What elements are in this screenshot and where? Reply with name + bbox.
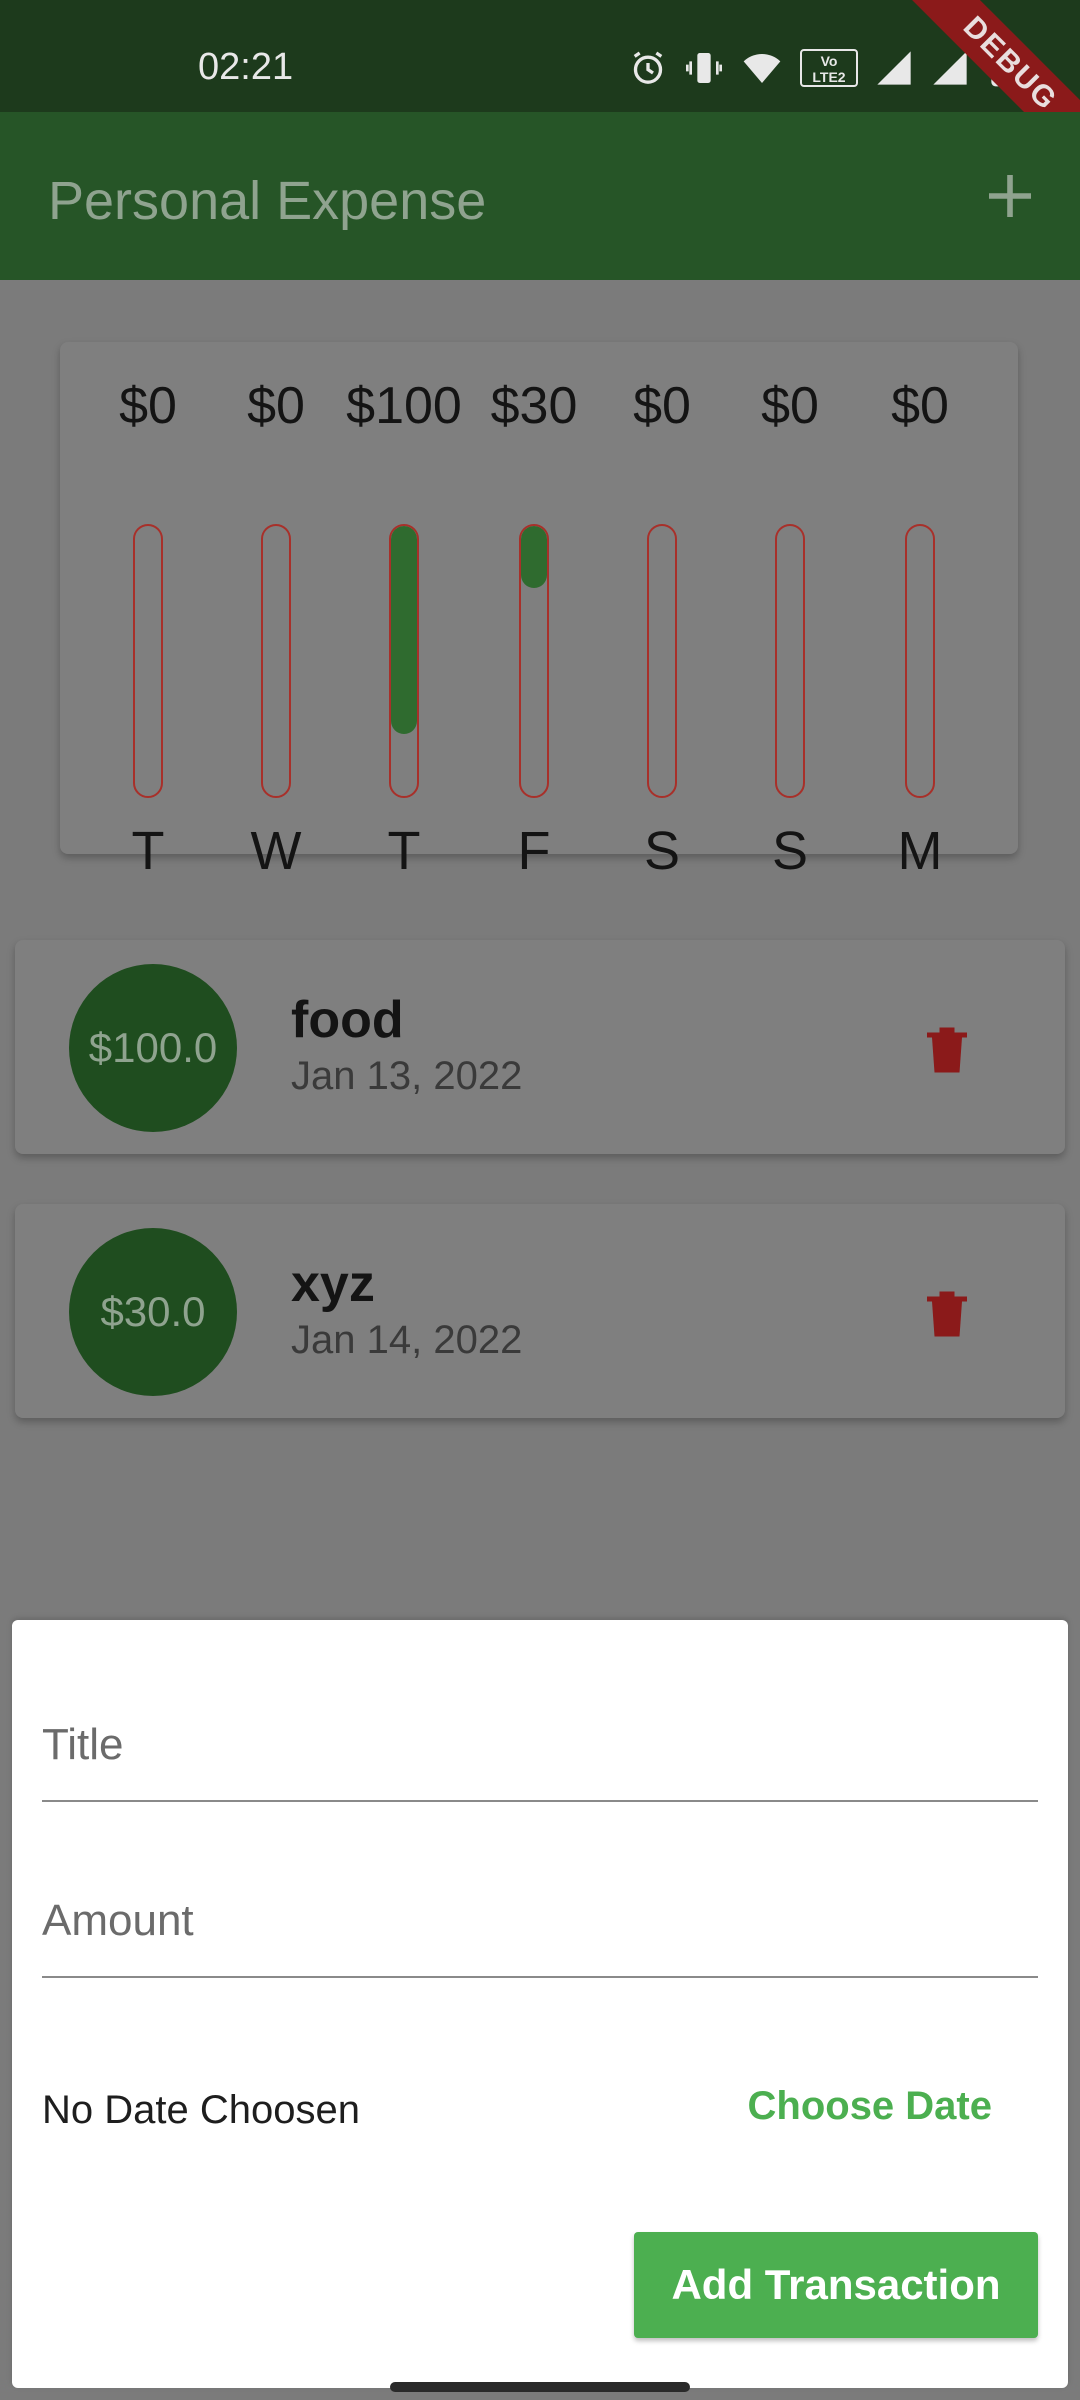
bar-amount-label: $0: [119, 377, 177, 435]
bar-amount-label: $0: [761, 377, 819, 435]
bar-amount-label: $100: [346, 377, 462, 435]
amount-avatar: $100.0: [69, 964, 237, 1132]
bar-day-label: W: [250, 821, 302, 881]
bar-fill: [391, 526, 417, 734]
bar-fill: [521, 526, 547, 589]
volte-line2: LTE2: [812, 69, 846, 85]
signal-icon: [933, 51, 967, 85]
bar-track: [905, 524, 935, 798]
transaction-title: food: [291, 991, 404, 1049]
bar-day-label: M: [897, 821, 943, 881]
chart-bar-column: $30 F: [470, 342, 598, 881]
chart-bar-column: $0 M: [856, 342, 984, 881]
bar-track: [775, 524, 805, 798]
add-transaction-button[interactable]: Add Transaction: [634, 2232, 1038, 2338]
home-indicator[interactable]: [390, 2382, 690, 2392]
bar-day-label: T: [387, 821, 421, 881]
bar-amount-label: $0: [891, 377, 949, 435]
bar-amount-label: $30: [490, 377, 578, 435]
transaction-amount: $30.0: [100, 1288, 206, 1335]
transaction-amount: $100.0: [88, 1024, 218, 1071]
bar-day-label: T: [131, 821, 165, 881]
title-input[interactable]: [42, 1720, 1038, 1770]
bar-track: [519, 524, 549, 798]
trash-icon: [927, 1291, 967, 1337]
delete-transaction-button[interactable]: [917, 1018, 977, 1082]
status-time: 02:21: [198, 46, 294, 88]
status-bar: 02:21 Vo LTE2 DEBUG: [0, 0, 1080, 180]
transaction-date: Jan 13, 2022: [291, 1054, 523, 1098]
transaction-date: Jan 14, 2022: [291, 1318, 523, 1362]
bar-track: [647, 524, 677, 798]
chart-bar-column: $0 T: [84, 342, 212, 881]
bar-day-label: F: [517, 821, 551, 881]
bar-day-label: S: [771, 821, 809, 881]
new-transaction-sheet: No Date Choosen Choose Date Add Transact…: [12, 1620, 1068, 2388]
signal-r-icon: [877, 51, 911, 85]
bar-amount-label: $0: [633, 377, 691, 435]
amount-field[interactable]: [42, 1826, 1038, 1978]
bar-track: [389, 524, 419, 798]
transaction-card: $100.0 food Jan 13, 2022: [15, 940, 1065, 1154]
chart-bar-column: $0 S: [726, 342, 854, 881]
bar-track: [261, 524, 291, 798]
date-status-text: No Date Choosen: [42, 2088, 360, 2132]
bar-day-label: S: [643, 821, 681, 881]
delete-transaction-button[interactable]: [917, 1282, 977, 1346]
amount-avatar: $30.0: [69, 1228, 237, 1396]
choose-date-button[interactable]: Choose Date: [748, 2084, 993, 2129]
transaction-card: $30.0 xyz Jan 14, 2022: [15, 1204, 1065, 1418]
app-bar: Personal Expense: [0, 112, 1080, 280]
volte2-icon: Vo LTE2: [800, 49, 858, 87]
chart-bar-column: $0 S: [598, 342, 726, 881]
plus-icon: [989, 175, 1031, 217]
wifi-icon: [743, 54, 781, 83]
vibrate-icon: [686, 53, 722, 83]
add-transaction-icon-button[interactable]: [970, 156, 1050, 236]
trash-icon: [927, 1027, 967, 1073]
status-icons: Vo LTE2: [628, 48, 1020, 88]
chart-bar-column: $0 W: [212, 342, 340, 881]
title-field[interactable]: [42, 1650, 1038, 1802]
alarm-icon: [633, 51, 663, 84]
main-content: $0 T $0 W $100 T $30 F $0 S $0 S $0 M $100.0 food Jan…: [0, 280, 1080, 1610]
volte-line1: Vo: [820, 53, 838, 69]
chart-bar-column: $100 T: [340, 342, 468, 881]
bar-track: [133, 524, 163, 798]
bar-amount-label: $0: [247, 377, 305, 435]
app-title: Personal Expense: [48, 171, 487, 231]
transaction-title: xyz: [291, 1255, 375, 1313]
amount-input[interactable]: [42, 1896, 1038, 1946]
weekly-chart-card: $0 T $0 W $100 T $30 F $0 S $0 S $0 M: [60, 342, 1018, 881]
